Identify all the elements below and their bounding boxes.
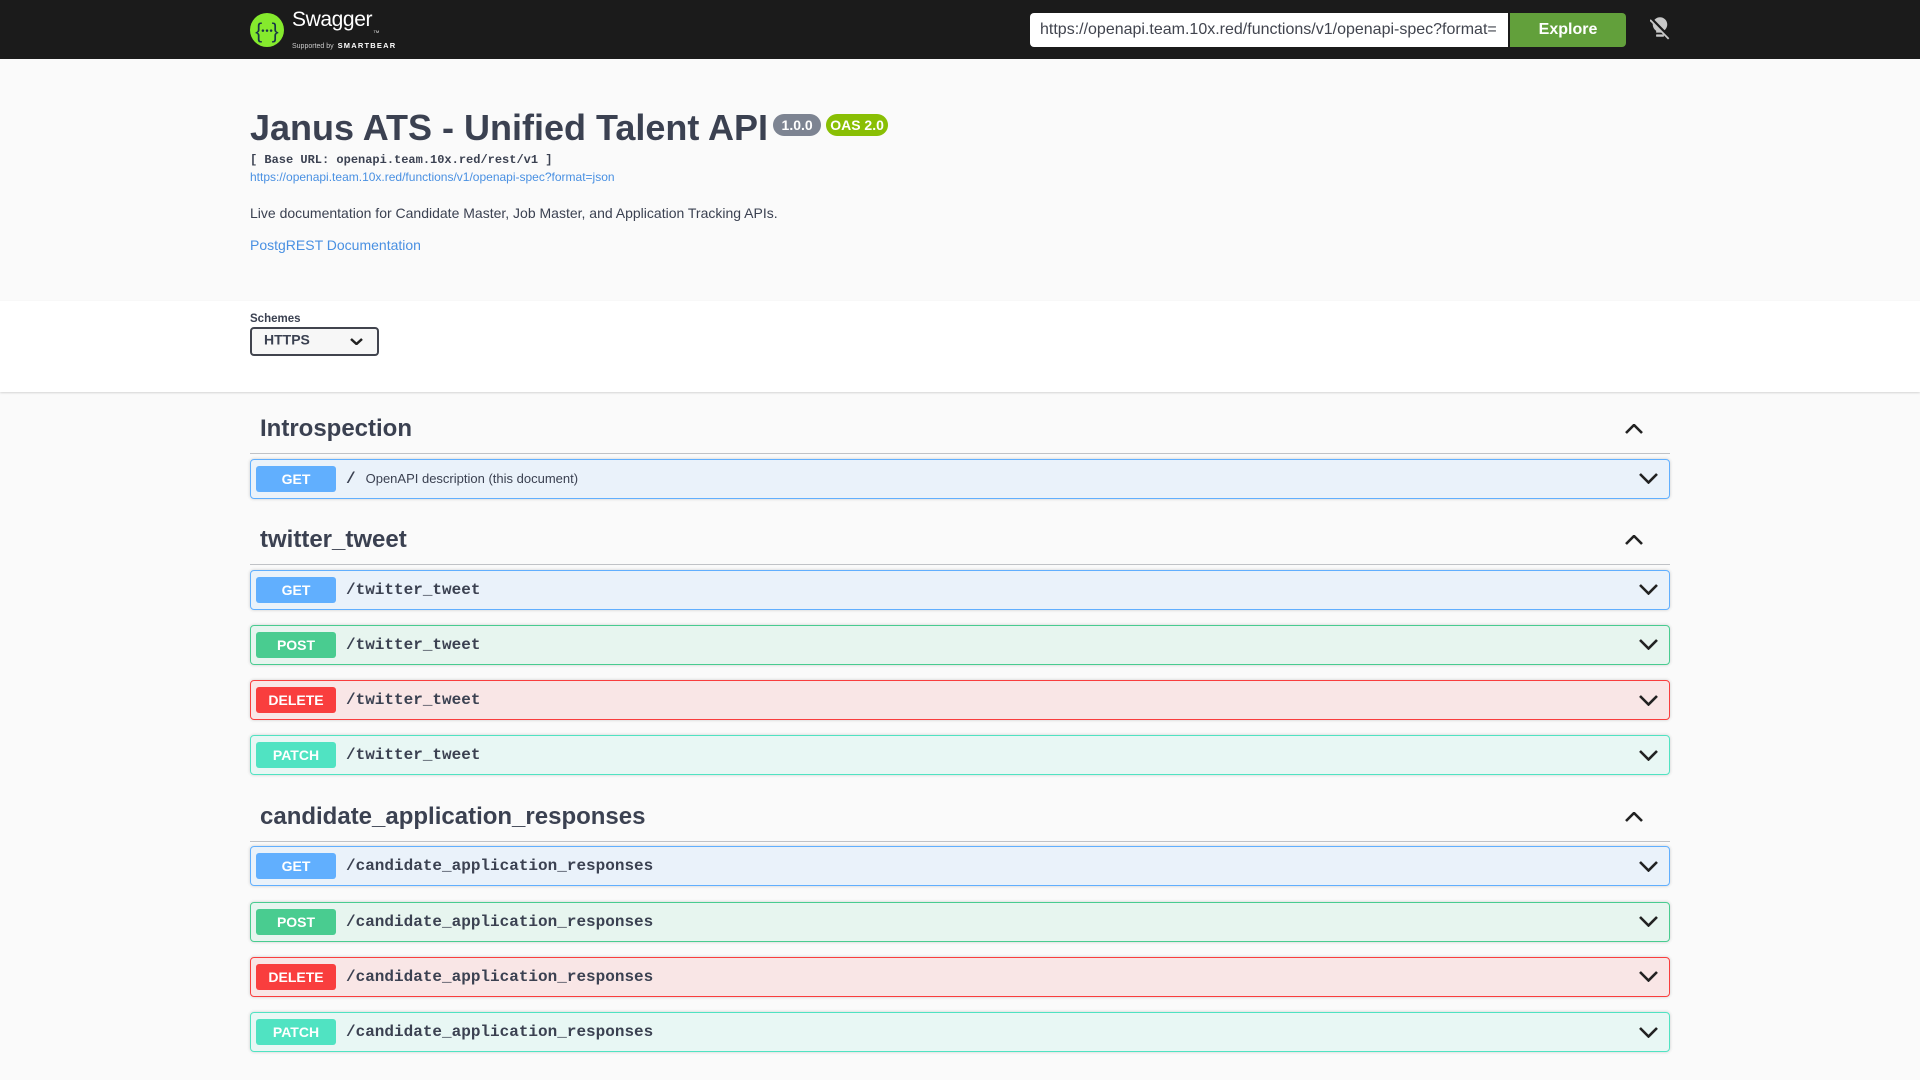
svg-text:}: } [272, 19, 279, 42]
svg-text:{: { [255, 19, 262, 42]
